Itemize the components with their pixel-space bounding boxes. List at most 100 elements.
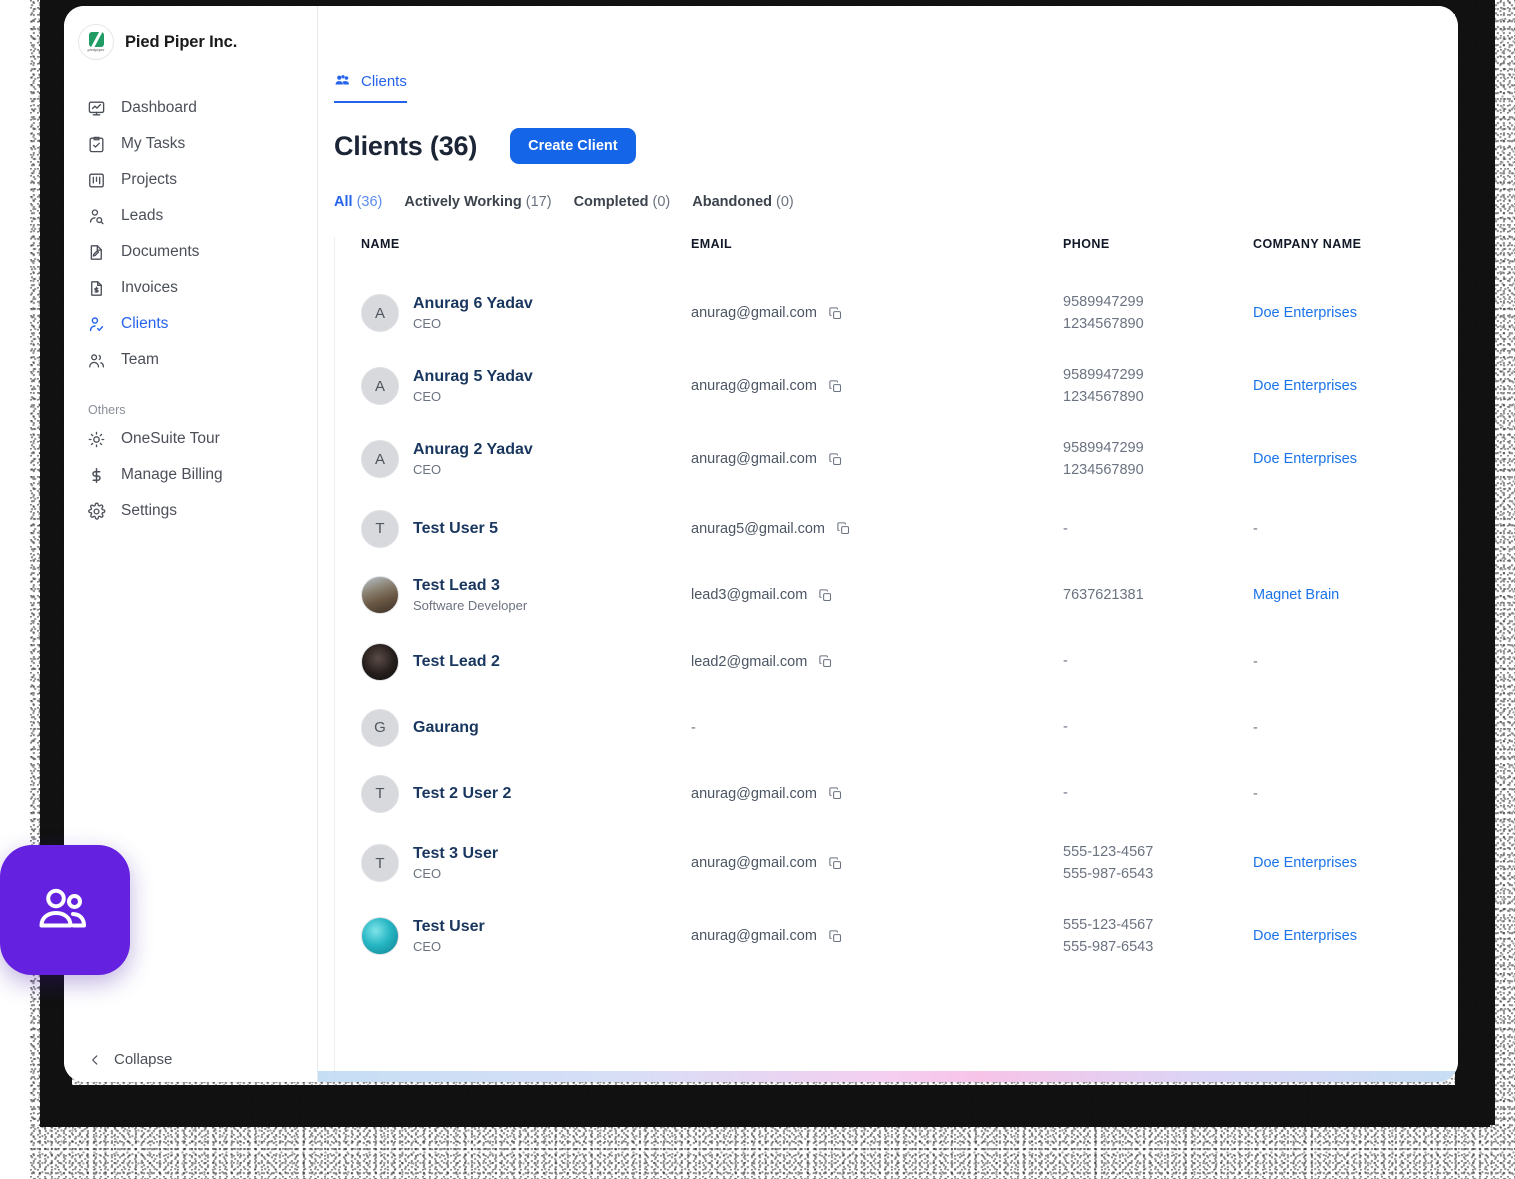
table-row[interactable]: Test Lead 2 lead2@gmail.com - - xyxy=(361,629,1451,695)
copy-email-icon[interactable] xyxy=(836,521,851,536)
client-company-link[interactable]: Doe Enterprises xyxy=(1253,378,1357,394)
client-role: CEO xyxy=(413,865,442,881)
client-name-link[interactable]: Test User xyxy=(413,917,485,937)
table-row[interactable]: T Test 2 User 2 anurag@gmail.com - - xyxy=(361,761,1451,827)
client-name-link[interactable]: Test Lead 2 xyxy=(413,652,500,672)
filter-count: (0) xyxy=(652,194,671,210)
sidebar-item-projects[interactable]: Projects xyxy=(64,162,317,198)
client-email: anurag@gmail.com xyxy=(691,451,817,468)
copy-email-icon[interactable] xyxy=(828,786,843,801)
sidebar-item-leads[interactable]: Leads xyxy=(64,198,317,234)
clients-table-container: NAME EMAIL PHONE COMPANY NAME A Anurag 6 … xyxy=(334,237,1458,1082)
avatar: T xyxy=(361,509,399,548)
tab-label: Clients xyxy=(361,72,407,90)
cell-company: Doe Enterprises xyxy=(1253,900,1451,973)
cell-phone: - xyxy=(1063,496,1253,562)
filter-actively-working[interactable]: Actively Working (17) xyxy=(404,194,551,210)
table-row[interactable]: A Anurag 2 Yadav CEO anurag@gmail.com 958994… xyxy=(361,423,1451,496)
sidebar-item-team[interactable]: Team xyxy=(64,342,317,378)
sidebar-item-label: Dashboard xyxy=(121,99,197,116)
table-row[interactable]: T Test 3 User CEO anurag@gmail.com 555-123-4… xyxy=(361,827,1451,900)
client-company-link[interactable]: Doe Enterprises xyxy=(1253,928,1357,944)
cell-company: Magnet Brain xyxy=(1253,562,1451,629)
cell-company: Doe Enterprises xyxy=(1253,827,1451,900)
users-icon xyxy=(87,351,106,370)
cell-company: - xyxy=(1253,629,1451,695)
sidebar-item-label: Documents xyxy=(121,243,200,260)
cell-name: Test User CEO xyxy=(361,900,691,973)
collapse-sidebar-button[interactable]: Collapse xyxy=(88,1051,172,1068)
cell-phone: - xyxy=(1063,629,1253,695)
table-row[interactable]: G Gaurang - - - xyxy=(361,695,1451,761)
sidebar-item-invoices[interactable]: Invoices xyxy=(64,270,317,306)
company-empty: - xyxy=(1253,785,1258,802)
user-check-icon xyxy=(87,315,106,334)
tab-clients[interactable]: Clients xyxy=(334,72,407,103)
client-company-link[interactable]: Magnet Brain xyxy=(1253,587,1339,603)
cell-email: anurag@gmail.com xyxy=(691,900,1063,973)
client-name-link[interactable]: Test 3 User xyxy=(413,844,498,864)
filter-completed[interactable]: Completed (0) xyxy=(574,194,671,210)
brand-name: Pied Piper Inc. xyxy=(125,32,238,51)
filter-all[interactable]: All (36) xyxy=(334,194,382,210)
client-phone-primary: 555-123-4567 xyxy=(1063,843,1154,860)
sidebar-item-label: Settings xyxy=(121,502,178,519)
copy-email-icon[interactable] xyxy=(828,929,843,944)
sidebar-item-dashboard[interactable]: Dashboard xyxy=(64,90,317,126)
copy-email-icon[interactable] xyxy=(818,588,833,603)
cell-email: anurag@gmail.com xyxy=(691,277,1063,350)
avatar xyxy=(361,576,399,615)
client-company-link[interactable]: Doe Enterprises xyxy=(1253,305,1357,321)
table-row[interactable]: T Test User 5 anurag5@gmail.com - - xyxy=(361,496,1451,562)
brand[interactable]: piedpiper Pied Piper Inc. xyxy=(64,6,317,60)
client-name-link[interactable]: Anurag 5 Yadav xyxy=(413,367,533,387)
client-name-link[interactable]: Gaurang xyxy=(413,718,479,738)
copy-email-icon[interactable] xyxy=(818,654,833,669)
gear-icon xyxy=(87,502,106,521)
cell-email: anurag5@gmail.com xyxy=(691,496,1063,562)
copy-email-icon[interactable] xyxy=(828,856,843,871)
avatar: G xyxy=(361,708,399,747)
cell-name: T Test 3 User CEO xyxy=(361,827,691,900)
create-client-button[interactable]: Create Client xyxy=(510,128,636,164)
client-name-link[interactable]: Anurag 6 Yadav xyxy=(413,294,533,314)
client-name-link[interactable]: Test User 5 xyxy=(413,519,498,539)
client-phone-secondary: 1234567890 xyxy=(1063,389,1144,406)
client-name-link[interactable]: Test Lead 3 xyxy=(413,576,527,596)
sidebar-section-label: Others xyxy=(88,403,126,417)
table-row[interactable]: Test Lead 3 Software Developer lead3@gmail… xyxy=(361,562,1451,629)
copy-email-icon[interactable] xyxy=(828,306,843,321)
client-name-link[interactable]: Test 2 User 2 xyxy=(413,784,511,804)
column-header-email: EMAIL xyxy=(691,237,733,251)
client-company-link[interactable]: Doe Enterprises xyxy=(1253,451,1357,467)
copy-email-icon[interactable] xyxy=(828,379,843,394)
cell-name: T Test User 5 xyxy=(361,496,691,562)
table-row[interactable]: Test User CEO anurag@gmail.com 555-123-4567… xyxy=(361,900,1451,973)
dollar-icon xyxy=(87,466,106,485)
filter-abandoned[interactable]: Abandoned (0) xyxy=(692,194,794,210)
user-search-icon xyxy=(87,207,106,226)
sidebar-item-manage-billing[interactable]: Manage Billing xyxy=(64,457,317,493)
client-role: CEO xyxy=(413,388,442,404)
client-company-link[interactable]: Doe Enterprises xyxy=(1253,855,1357,871)
cell-phone: - xyxy=(1063,761,1253,827)
client-email: anurag@gmail.com xyxy=(691,305,817,322)
filter-label: Actively Working xyxy=(404,194,522,210)
sidebar-item-onesuite-tour[interactable]: OneSuite Tour xyxy=(64,421,317,457)
cell-company: - xyxy=(1253,761,1451,827)
client-phone-secondary: 555-987-6543 xyxy=(1063,866,1154,883)
sidebar-item-settings[interactable]: Settings xyxy=(64,493,317,529)
sidebar-item-label: My Tasks xyxy=(121,135,186,152)
client-role: CEO xyxy=(413,461,442,477)
support-chat-widget-button[interactable] xyxy=(0,845,130,975)
sidebar-item-my-tasks[interactable]: My Tasks xyxy=(64,126,317,162)
client-name-link[interactable]: Anurag 2 Yadav xyxy=(413,440,533,460)
copy-email-icon[interactable] xyxy=(828,452,843,467)
sidebar-item-clients[interactable]: Clients xyxy=(64,306,317,342)
sidebar-item-documents[interactable]: Documents xyxy=(64,234,317,270)
table-row[interactable]: A Anurag 5 Yadav CEO anurag@gmail.com 958994… xyxy=(361,350,1451,423)
cell-email: anurag@gmail.com xyxy=(691,761,1063,827)
cell-company: Doe Enterprises xyxy=(1253,423,1451,496)
main-content: Clients Clients (36) Create Client All (… xyxy=(318,6,1458,1082)
table-row[interactable]: A Anurag 6 Yadav CEO anurag@gmail.com 958994… xyxy=(361,277,1451,350)
